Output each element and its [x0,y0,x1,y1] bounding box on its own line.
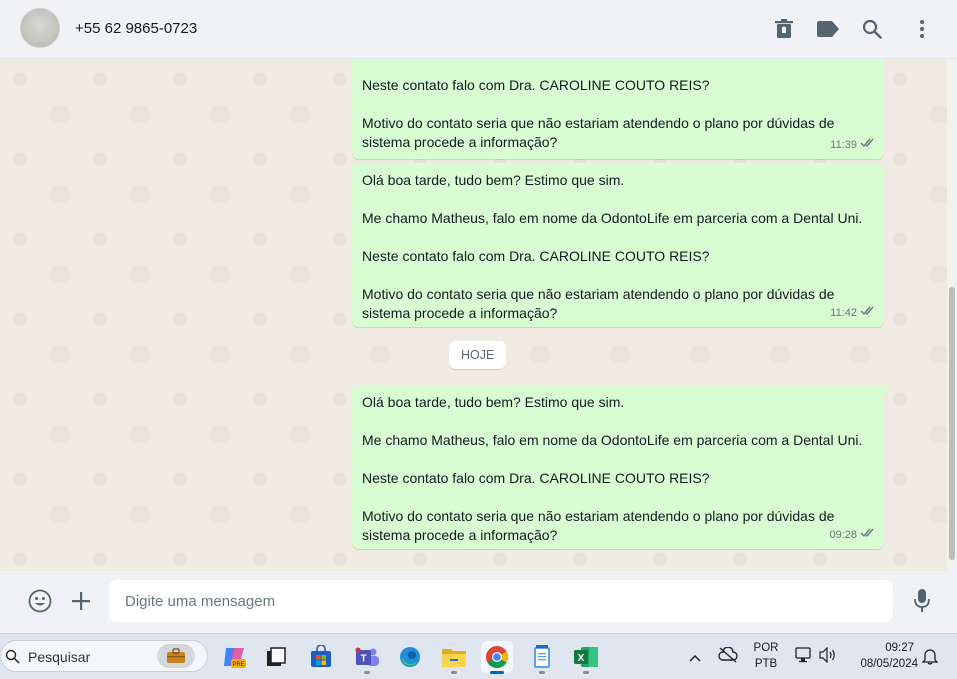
notification-bell-icon[interactable] [921,647,939,670]
svg-text:X: X [578,653,585,664]
message-text: Neste contato falo com Dra. CAROLINE COU… [362,248,710,264]
menu-icon[interactable] [910,17,934,41]
active-indicator [490,671,504,674]
message-meta: 11:39 [830,136,876,155]
message-text: Me chamo Matheus, falo em nome da Odonto… [362,432,863,448]
message-meta: 11:42 [830,304,876,323]
read-ticks-icon [860,526,876,545]
message-time: 09:28 [829,529,857,541]
copilot-icon[interactable]: PRE [218,641,250,673]
message-input[interactable] [109,580,893,622]
microphone-icon[interactable] [909,588,935,614]
clock-date: 08/05/2024 [860,658,918,670]
running-indicator [583,671,589,674]
chat-header: +55 62 9865-0723 [0,0,957,59]
microsoft-store-icon[interactable] [305,641,337,673]
file-explorer-icon[interactable] [438,641,470,674]
chat-scrollbar[interactable] [947,59,957,571]
notepad-icon[interactable] [526,641,558,674]
message-text: Motivo do contato seria que não estariam… [362,508,835,543]
message-text: Me chamo Matheus, falo em nome da Odonto… [362,210,863,226]
scrollbar-thumb[interactable] [949,287,955,560]
keyboard-layout: PTB [754,658,778,670]
running-indicator [364,671,370,674]
message-text: Motivo do contato seria que não estariam… [362,115,835,150]
message-bubble[interactable]: Neste contato falo com Dra. CAROLINE COU… [352,59,884,159]
svg-text:T: T [360,654,366,665]
clock[interactable]: 09:27 08/05/2024 [848,640,918,672]
chevron-up-icon[interactable] [689,649,701,667]
message-meta: 09:28 [829,526,876,545]
attach-plus-icon[interactable] [68,588,94,614]
read-ticks-icon [860,136,876,155]
chat-conversation[interactable]: Neste contato falo com Dra. CAROLINE COU… [0,59,957,571]
message-text: Neste contato falo com Dra. CAROLINE COU… [362,77,710,93]
language-code: POR [753,642,779,654]
briefcase-icon [157,644,195,668]
message-bubble[interactable]: Olá boa tarde, tudo bem? Estimo que sim.… [352,163,884,327]
task-view-icon[interactable] [260,641,292,673]
search-icon[interactable] [860,17,884,41]
emoji-icon[interactable] [27,588,53,614]
date-divider: HOJE [449,341,507,369]
message-text: Motivo do contato seria que não estariam… [362,286,835,321]
message-text: Olá boa tarde, tudo bem? Estimo que sim. [362,172,625,188]
running-indicator [539,671,545,674]
taskbar-search[interactable]: Pesquisar [0,640,208,672]
teams-icon[interactable]: T [351,641,383,674]
message-bubble[interactable]: Olá boa tarde, tudo bem? Estimo que sim.… [352,385,891,549]
message-time: 11:42 [830,307,857,319]
volume-icon[interactable] [819,646,837,668]
chrome-icon[interactable] [481,641,513,674]
clock-time: 09:27 [885,642,914,654]
cloud-offline-icon[interactable] [718,646,738,668]
label-icon[interactable] [816,17,840,41]
message-text: Neste contato falo com Dra. CAROLINE COU… [362,470,710,486]
message-time: 11:39 [830,139,857,151]
windows-taskbar: Pesquisar PRE T X POR PTB 09:27 08/05/20… [0,633,957,679]
input-language[interactable]: POR PTB [752,640,780,672]
message-text: Olá boa tarde, tudo bem? Estimo que sim. [362,394,625,410]
running-indicator [451,671,457,674]
network-icon[interactable] [795,647,813,668]
delete-icon[interactable] [772,17,796,41]
search-icon [5,649,20,669]
svg-text:PRE: PRE [232,662,244,668]
message-composer [0,571,957,633]
taskbar-search-label: Pesquisar [28,649,91,665]
read-ticks-icon [860,304,876,323]
edge-icon[interactable] [394,641,426,673]
contact-name[interactable]: +55 62 9865-0723 [75,20,197,37]
bubble-tail [883,385,891,394]
excel-icon[interactable]: X [570,641,602,674]
contact-avatar[interactable] [20,8,60,48]
